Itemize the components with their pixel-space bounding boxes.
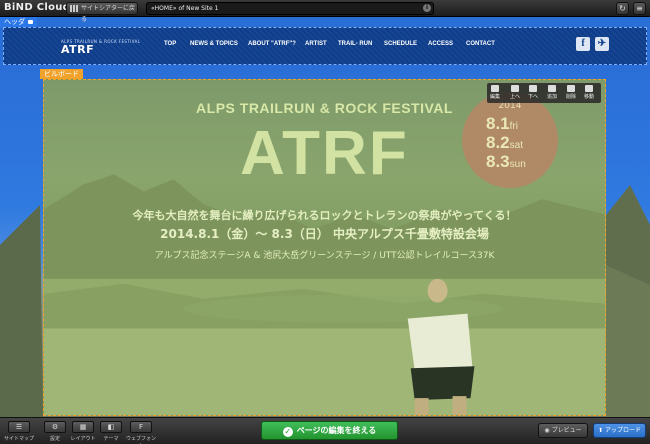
nav-about[interactable]: ABOUT "ATRF"? bbox=[248, 41, 296, 47]
festival-date-1: 8.1fri bbox=[486, 114, 518, 133]
festival-date-2: 8.2sat bbox=[486, 133, 523, 152]
move-down-button[interactable]: 下へ bbox=[528, 85, 538, 100]
bottom-toolbar: ☰サイトマップ ⚙設定 ▦レイアウト ◧テーマ Fウェブフォント ✓ページの編集… bbox=[0, 417, 650, 444]
eye-icon: ◉ bbox=[544, 427, 552, 434]
edit-block-button[interactable]: 編集 bbox=[490, 85, 500, 100]
layout-button[interactable]: ▦ レイアウト bbox=[68, 421, 98, 444]
nav-trail-run[interactable]: TRAIL- RUN bbox=[338, 41, 372, 47]
check-icon: ✓ bbox=[282, 427, 293, 437]
settings-button[interactable]: ⚙ 設定 bbox=[40, 421, 70, 444]
app-title: BiND Cloud bbox=[4, 2, 71, 13]
billboard-zone-label[interactable]: ビルボード bbox=[40, 69, 83, 79]
refresh-icon[interactable]: ↻ bbox=[616, 2, 629, 15]
festival-dates-badge: 2014 8.1fri 8.2sat 8.3sun bbox=[462, 92, 558, 188]
nav-schedule[interactable]: SCHEDULE bbox=[384, 41, 417, 47]
add-block-button[interactable]: 追加 bbox=[547, 85, 557, 100]
preview-button[interactable]: ◉ プレビュー bbox=[538, 423, 588, 438]
header-zone-label[interactable]: ヘッダ bbox=[0, 17, 37, 27]
hero-title: ATRF bbox=[240, 119, 409, 188]
move-up-button[interactable]: 上へ bbox=[510, 85, 520, 100]
nav-access[interactable]: ACCESS bbox=[428, 41, 453, 47]
site-logo[interactable]: ATRF bbox=[61, 43, 94, 56]
webfont-button[interactable]: Fウェブフォント bbox=[126, 421, 156, 444]
hero-tagline: 今年も大自然を舞台に繰り広げられるロックとトレランの祭典がやってくる！ bbox=[132, 209, 517, 222]
move-block-button[interactable]: 移動 bbox=[584, 85, 594, 100]
arrow-up-icon bbox=[511, 85, 519, 92]
hero-dateline: 2014.8.1（金）～ 8.3（日） 中央アルプス千畳敷特設会場 bbox=[160, 227, 489, 241]
nav-news-topics[interactable]: NEWS & TOPICS bbox=[190, 41, 238, 47]
arrow-down-icon bbox=[529, 85, 537, 92]
delete-block-button[interactable]: 削除 bbox=[566, 85, 576, 100]
info-icon[interactable]: i bbox=[423, 4, 431, 12]
twitter-icon[interactable]: ✈ bbox=[595, 37, 609, 51]
move-icon bbox=[585, 85, 593, 92]
back-to-site-theater-button[interactable]: サイトシアターに戻る bbox=[66, 2, 138, 23]
upload-icon: ⬆ bbox=[598, 427, 605, 434]
block-edit-toolbar: 編集 上へ 下へ 追加 削除 移動 bbox=[487, 83, 601, 103]
billboard[interactable]: ALPS TRAILRUN & ROCK FESTIVAL ATRF 2014 … bbox=[43, 79, 606, 416]
page-url-bar[interactable]: «HOME» of New Site 1 i bbox=[146, 2, 434, 15]
finish-editing-button[interactable]: ✓ ページの編集を終える bbox=[261, 421, 398, 440]
sitemap-icon: ☰ bbox=[8, 421, 30, 433]
gear-icon: ⚙ bbox=[44, 421, 66, 433]
trash-icon bbox=[567, 85, 575, 92]
pencil-icon bbox=[491, 85, 499, 92]
nav-top[interactable]: TOP bbox=[164, 41, 176, 47]
plus-icon bbox=[548, 85, 556, 92]
app-top-bar: BiND Cloud サイトシアターに戻る «HOME» of New Site… bbox=[0, 0, 650, 23]
theme-icon: ◧ bbox=[100, 421, 122, 433]
facebook-icon[interactable]: f bbox=[576, 37, 590, 51]
sitemap-button[interactable]: ☰ サイトマップ bbox=[4, 421, 34, 444]
hero-stages: アルプス記念ステージA & 池尻大岳グリーンステージ / UTT公認トレイルコー… bbox=[154, 251, 495, 261]
lock-icon bbox=[28, 20, 33, 24]
nav-artist[interactable]: ARTIST bbox=[305, 41, 327, 47]
layout-icon: ▦ bbox=[72, 421, 94, 433]
theme-button[interactable]: ◧ テーマ bbox=[96, 421, 126, 444]
upload-button[interactable]: ⬆ アップロード bbox=[593, 423, 646, 438]
menu-icon[interactable]: ≡ bbox=[633, 2, 646, 15]
font-icon: F bbox=[130, 421, 152, 433]
site-theater-icon bbox=[70, 5, 78, 12]
site-header[interactable]: ALPS TRAILRUN & ROCK FESTIVAL ATRF TOP N… bbox=[3, 27, 647, 65]
nav-contact[interactable]: CONTACT bbox=[466, 41, 495, 47]
festival-date-3: 8.3sun bbox=[486, 152, 526, 171]
